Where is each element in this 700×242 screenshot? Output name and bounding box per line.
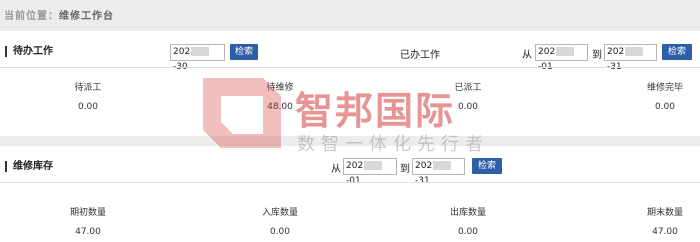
- todo-col-label-2: 已派工: [454, 83, 482, 93]
- done-title: 已办工作: [400, 50, 440, 61]
- breadcrumb: 当前位置：维修工作台: [4, 7, 114, 22]
- stock-to-date-input[interactable]: 202-31: [412, 158, 465, 186]
- stock-to-label: 到: [400, 164, 410, 175]
- todo-col-value-1[interactable]: 48.00: [245, 102, 315, 112]
- todo-col-value-0[interactable]: 0.00: [53, 102, 123, 112]
- stock-from-date-input[interactable]: 202-01: [343, 158, 397, 186]
- stock-col-label-2: 出库数量: [449, 208, 486, 218]
- divider: [0, 67, 700, 68]
- breadcrumb-current: 维修工作台: [59, 11, 114, 22]
- stock-col-label-1: 入库数量: [261, 208, 298, 218]
- todo-col-label-0: 待派工: [74, 83, 102, 93]
- todo-date-input[interactable]: 202-30: [170, 44, 225, 72]
- stock-col-value-3: 47.00: [652, 227, 678, 237]
- breadcrumb-prefix: 当前位置：: [4, 11, 59, 22]
- todo-col-value-2[interactable]: 0.00: [433, 102, 503, 112]
- divider: [0, 182, 700, 183]
- stock-col-label-0: 期初数量: [69, 208, 106, 218]
- stock-panel: 维修库存 从 202-01 到 202-31 检索 期初数量 入库数量 出库数量…: [0, 146, 700, 242]
- todo-col-label-1: 待维修: [266, 83, 294, 93]
- todo-title: 待办工作: [5, 46, 53, 57]
- stock-from-label: 从: [331, 164, 341, 175]
- stock-search-button[interactable]: 检索: [472, 158, 502, 174]
- stock-title: 维修库存: [5, 161, 53, 172]
- done-to-date-input[interactable]: 202-31: [604, 44, 657, 72]
- stock-col-value-1: 0.00: [269, 227, 291, 237]
- stock-col-value-2: 0.00: [457, 227, 479, 237]
- stock-col-value-0: 47.00: [75, 227, 101, 237]
- stock-col-label-3: 期末数量: [646, 208, 683, 218]
- done-from-date-input[interactable]: 202-01: [535, 44, 588, 72]
- todo-search-button[interactable]: 检索: [230, 44, 258, 60]
- done-to-label: 到: [592, 50, 602, 61]
- todo-col-value-3[interactable]: 0.00: [630, 102, 700, 112]
- work-panel: 待办工作 202-30 检索 已办工作 从 202-01 到 202-31 检索…: [0, 31, 700, 136]
- done-from-label: 从: [522, 50, 532, 61]
- todo-col-label-3: 维修完毕: [646, 83, 683, 93]
- done-search-button[interactable]: 检索: [662, 44, 692, 60]
